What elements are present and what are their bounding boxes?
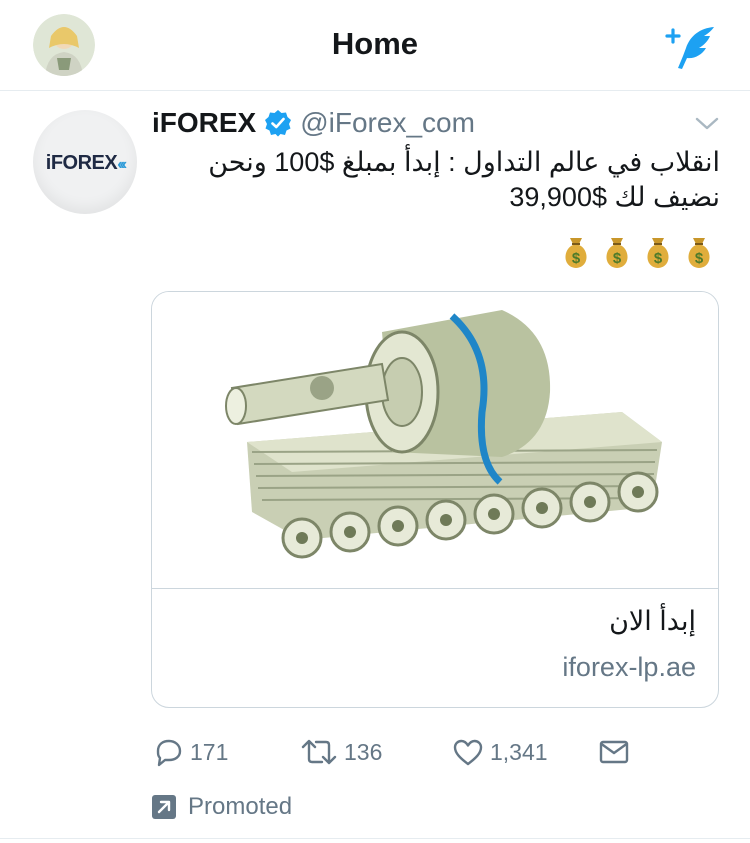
like-button[interactable]: 1,341 bbox=[452, 737, 548, 767]
tweet-text-line: انقلاب في عالم التداول : إبدأ بمبلغ $100… bbox=[208, 147, 720, 177]
money-bag-icon: $ bbox=[565, 238, 587, 268]
money-bag-icon: $ bbox=[647, 238, 669, 268]
author-display-name[interactable]: iFOREX bbox=[152, 107, 256, 139]
tweet-header: iFOREX @iForex_com bbox=[152, 105, 475, 141]
promoted-tweet[interactable]: iFOREX‹‹‹ iFOREX @iForex_com انقلاب في ع… bbox=[0, 91, 750, 842]
emoji-row: $ $ $ $ bbox=[560, 234, 715, 270]
envelope-icon bbox=[599, 740, 629, 764]
author-avatar[interactable]: iFOREX‹‹‹ bbox=[33, 110, 137, 214]
retweet-button[interactable]: 136 bbox=[300, 737, 382, 767]
direct-message-button[interactable] bbox=[598, 737, 630, 767]
tweet-text: انقلاب في عالم التداول : إبدأ بمبلغ $100… bbox=[152, 145, 720, 215]
svg-text:$: $ bbox=[695, 250, 704, 267]
money-bag-icon: $ bbox=[688, 238, 710, 268]
chevron-down-icon[interactable] bbox=[694, 113, 720, 133]
reply-count: 171 bbox=[190, 738, 229, 765]
author-handle[interactable]: @iForex_com bbox=[300, 107, 475, 139]
retweet-icon bbox=[301, 739, 337, 765]
compose-feather-icon bbox=[665, 27, 714, 69]
promoted-label: Promoted bbox=[188, 793, 293, 820]
retweet-count: 136 bbox=[344, 738, 383, 765]
tweet-divider bbox=[0, 838, 750, 839]
promoted-indicator: Promoted bbox=[152, 793, 292, 821]
promoted-icon bbox=[152, 795, 176, 819]
card-domain[interactable]: iforex-lp.ae bbox=[562, 652, 696, 683]
top-navigation-bar: Home bbox=[0, 0, 750, 91]
reply-icon bbox=[156, 739, 182, 767]
svg-text:$: $ bbox=[572, 250, 581, 267]
card-title[interactable]: إبدأ الان bbox=[609, 606, 696, 637]
verified-badge-icon bbox=[265, 110, 292, 137]
tweet-actions: 171 136 1,341 bbox=[152, 737, 720, 771]
heart-icon bbox=[453, 739, 483, 766]
tweet-text-line: نضيف لك $39,900 bbox=[509, 182, 720, 212]
like-count: 1,341 bbox=[490, 738, 548, 765]
link-card[interactable]: إبدأ الان iforex-lp.ae bbox=[151, 291, 719, 708]
reply-button[interactable]: 171 bbox=[152, 737, 228, 767]
author-avatar-logo: iFOREX‹‹‹ bbox=[45, 152, 127, 174]
page-title: Home bbox=[331, 26, 419, 61]
svg-text:$: $ bbox=[613, 250, 622, 267]
money-tank-image bbox=[225, 310, 662, 559]
svg-text:$: $ bbox=[654, 250, 663, 267]
compose-tweet-button[interactable] bbox=[664, 22, 720, 72]
money-bag-icon: $ bbox=[606, 238, 628, 268]
card-image[interactable] bbox=[152, 292, 718, 589]
